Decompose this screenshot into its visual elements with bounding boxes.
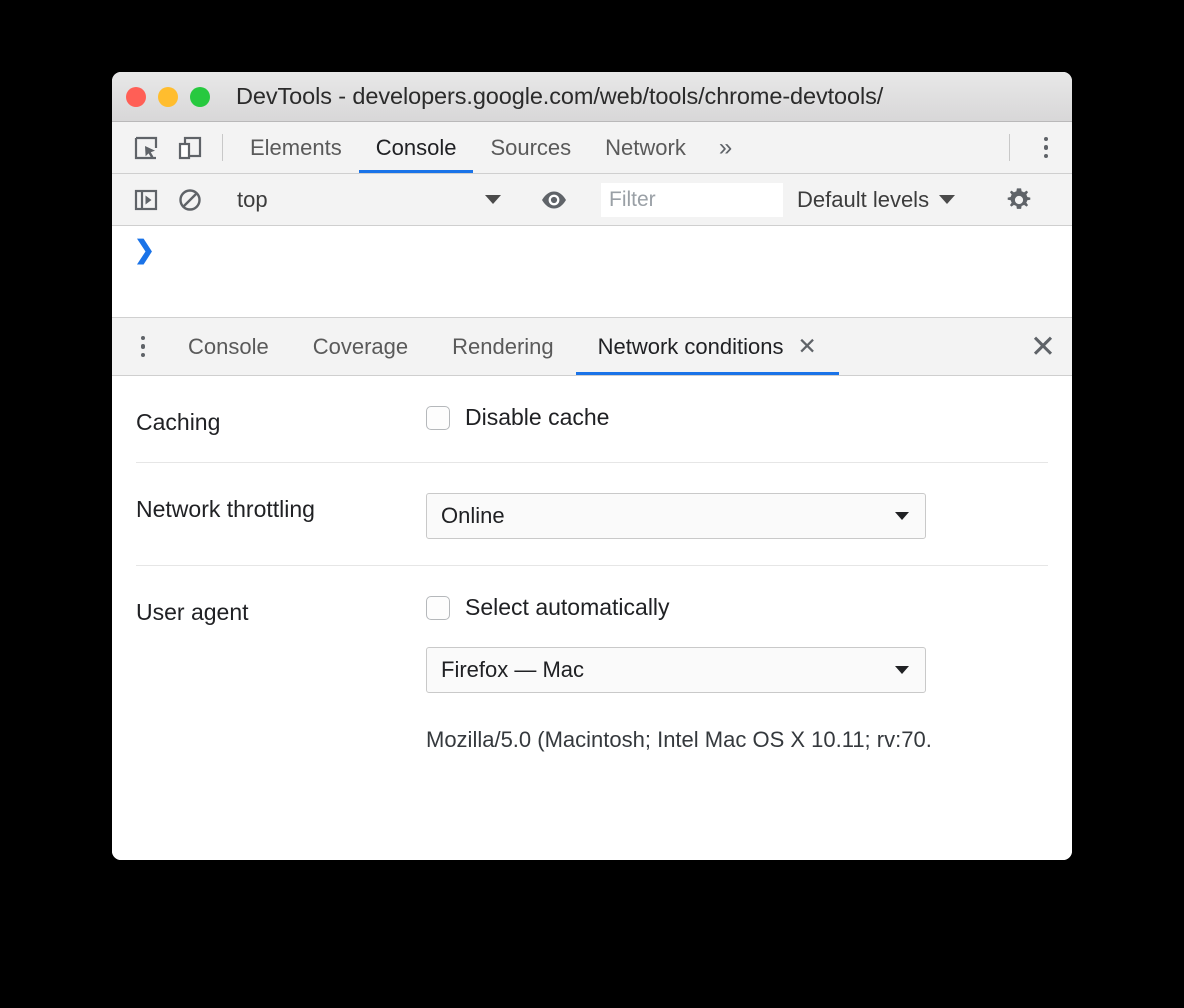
toolbar-divider [222,134,223,161]
throttling-row: Network throttling Online [136,462,1048,565]
caching-row: Caching Disable cache [136,376,1048,462]
network-throttling-label: Network throttling [136,496,315,522]
network-throttling-value: Online [441,503,505,528]
console-sidebar-toggle-icon[interactable] [124,187,168,213]
drawer-tab-network-conditions[interactable]: Network conditions ✕ [575,318,839,375]
chevron-down-icon [895,666,909,674]
user-agent-string: Mozilla/5.0 (Macintosh; Intel Mac OS X 1… [426,727,932,752]
chevron-down-icon [939,195,956,204]
window-title: DevTools - developers.google.com/web/too… [236,83,884,109]
user-agent-select[interactable]: Firefox — Mac [426,647,926,693]
drawer-close-button[interactable]: ✕ [1014,318,1072,375]
caching-controls: Disable cache [426,404,1048,431]
user-agent-value: Firefox — Mac [441,657,585,682]
disable-cache-checkbox[interactable] [426,405,450,430]
clear-console-icon[interactable] [168,187,212,213]
more-tabs-chevron-icon[interactable]: » [703,122,748,173]
window-maximize-button[interactable] [190,86,210,107]
devtools-window: DevTools - developers.google.com/web/too… [112,72,1072,860]
close-icon[interactable]: ✕ [798,335,817,358]
chevron-down-icon [485,195,501,204]
console-toolbar: top Default levels [112,174,1072,226]
close-icon: ✕ [1030,329,1056,364]
execution-context-value: top [237,186,268,212]
overflow-label: » [718,133,733,161]
disable-cache-label: Disable cache [465,404,610,430]
select-automatically-checkbox-row[interactable]: Select automatically [426,594,1048,621]
select-automatically-checkbox[interactable] [426,595,450,620]
tab-label: Elements [250,134,342,160]
tab-bar-spacer [748,122,999,173]
window-close-button[interactable] [126,86,146,107]
tab-elements[interactable]: Elements [233,122,359,173]
network-conditions-panel: Caching Disable cache Network throttling… [112,376,1072,860]
window-title-bar: DevTools - developers.google.com/web/too… [112,72,1072,122]
network-throttling-select[interactable]: Online [426,493,926,539]
filter-input[interactable] [601,182,783,217]
tab-sources[interactable]: Sources [473,122,588,173]
user-agent-label: User agent [136,599,249,625]
select-automatically-label: Select automatically [465,594,670,620]
tab-console[interactable]: Console [358,122,474,173]
console-output-area[interactable]: ❯ [112,226,1072,318]
disable-cache-checkbox-row[interactable]: Disable cache [426,404,1048,431]
console-prompt-chevron-icon: ❯ [134,236,155,264]
inspect-element-icon[interactable] [124,122,168,173]
device-toolbar-icon[interactable] [168,122,212,173]
kebab-dots [140,335,146,358]
log-levels-select[interactable]: Default levels [783,187,969,213]
toolbar-divider [1009,134,1010,161]
tab-label: Console [375,134,457,160]
drawer-tab-spacer [839,318,1014,375]
kebab-menu-icon[interactable] [1020,122,1072,173]
drawer-tab-bar: Console Coverage Rendering Network condi… [112,318,1072,376]
tab-label: Sources [490,134,572,160]
user-agent-row: User agent Select automatically Firefox … [136,565,1048,779]
tab-label: Network [605,134,686,160]
live-expression-eye-icon[interactable] [532,186,576,214]
drawer-tab-label: Rendering [452,333,554,359]
drawer-kebab-menu-icon[interactable] [120,318,166,375]
caching-label: Caching [136,409,221,435]
log-levels-value: Default levels [797,186,930,212]
execution-context-select[interactable]: top [233,174,511,226]
drawer-tab-console[interactable]: Console [166,318,291,375]
drawer-tab-label: Console [188,333,269,359]
main-panel-tab-bar: Elements Console Sources Network » [112,122,1072,174]
tab-network[interactable]: Network [588,122,703,173]
gear-icon[interactable] [992,185,1046,215]
kebab-dots [1043,136,1049,159]
chevron-down-icon [895,512,909,520]
user-agent-controls: Select automatically Firefox — Mac Mozil… [426,594,1048,753]
throttling-controls: Online [426,491,1048,539]
drawer-tab-label: Coverage [312,333,409,359]
drawer-tab-label: Network conditions [597,333,784,359]
window-minimize-button[interactable] [158,86,178,107]
drawer-tab-rendering[interactable]: Rendering [430,318,576,375]
drawer-tab-coverage[interactable]: Coverage [291,318,430,375]
